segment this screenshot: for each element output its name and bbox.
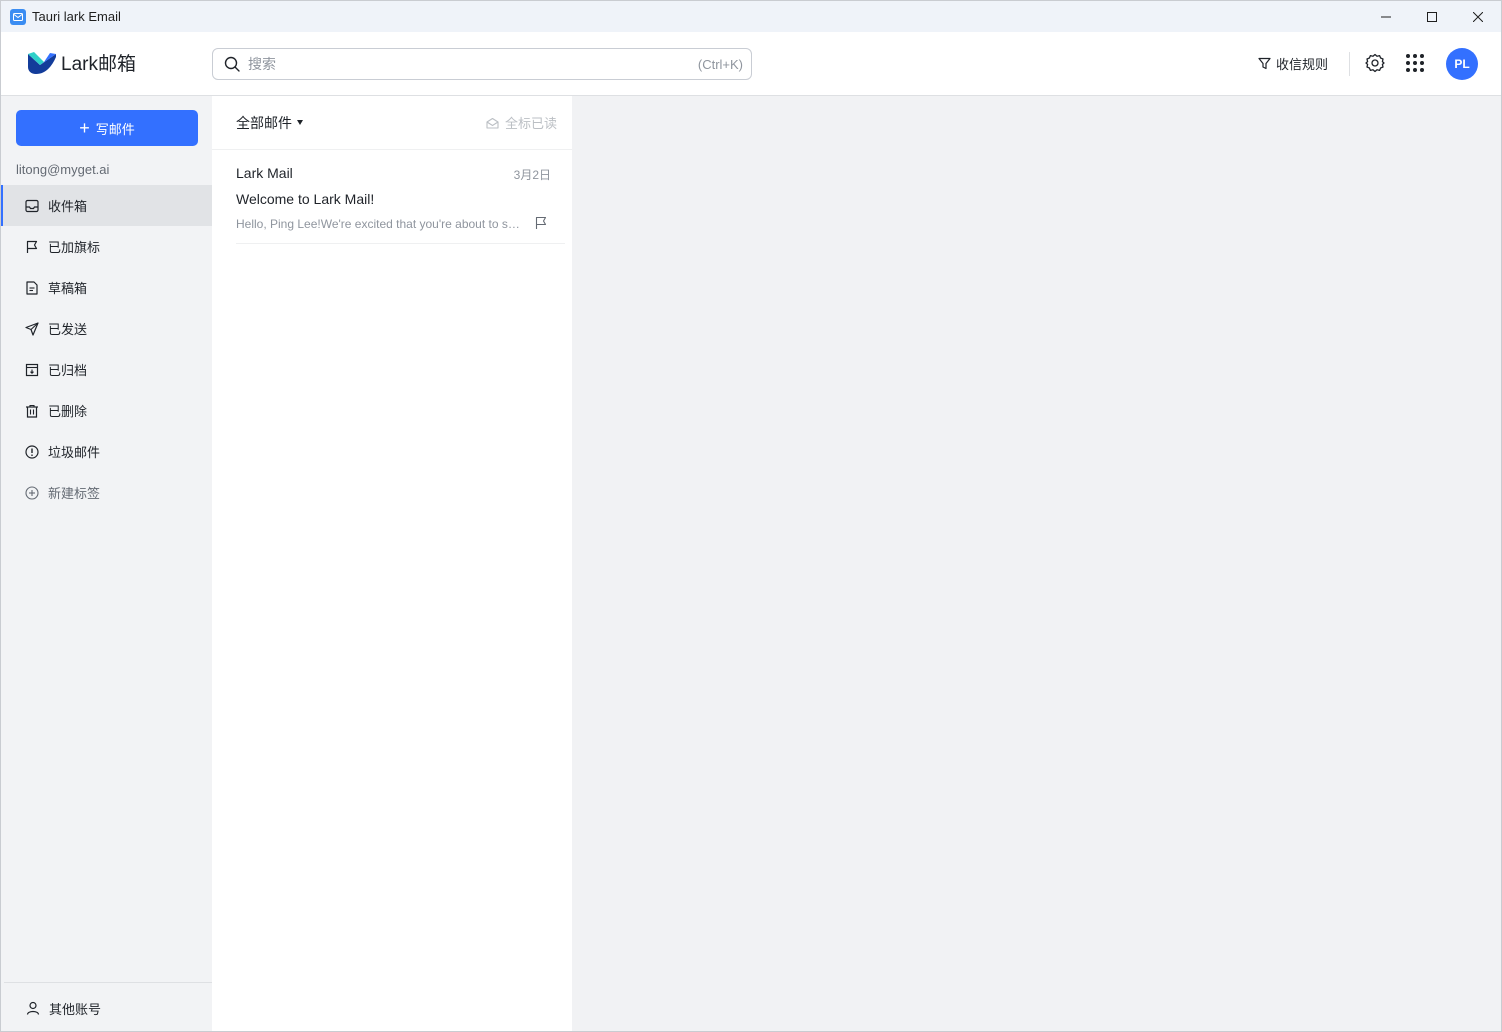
sidebar-item-label: 已发送 — [48, 322, 88, 337]
mail-filter-label: 全部邮件 — [236, 114, 292, 131]
sidebar-item-new-label[interactable]: 新建标签 — [1, 472, 212, 513]
mail-subject: Welcome to Lark Mail! — [236, 191, 375, 207]
mail-sender: Lark Mail — [236, 165, 293, 181]
archive-icon — [25, 363, 39, 377]
close-button[interactable] — [1455, 1, 1501, 32]
flag-icon[interactable] — [534, 216, 548, 230]
logo[interactable]: Lark邮箱 — [26, 49, 136, 76]
sidebar-item-flagged[interactable]: 已加旗标 — [1, 226, 212, 267]
maximize-button[interactable] — [1409, 1, 1455, 32]
filter-icon — [1258, 57, 1271, 70]
mail-rules-label: 收信规则 — [1276, 57, 1329, 72]
mark-all-read-label: 全标已读 — [504, 116, 557, 131]
user-icon — [26, 1001, 40, 1015]
window-title: Tauri lark Email — [32, 9, 121, 24]
sidebar-item-label: 已加旗标 — [48, 240, 101, 255]
sidebar-item-sent[interactable]: 已发送 — [1, 308, 212, 349]
folder-nav: 收件箱 已加旗标 草稿箱 已发送 已归档 已删除 垃圾邮件 新建标签 — [1, 185, 212, 513]
compose-button[interactable]: + 写邮件 — [16, 110, 198, 146]
spam-icon — [25, 444, 39, 459]
sidebar-item-label: 已删除 — [48, 404, 88, 419]
other-accounts-button[interactable]: 其他账号 — [4, 982, 212, 1031]
title-bar: Tauri lark Email — [1, 1, 1501, 32]
draft-icon — [25, 280, 39, 295]
compose-label: 写邮件 — [95, 121, 135, 137]
sidebar-item-archive[interactable]: 已归档 — [1, 349, 212, 390]
mail-list-header: 全部邮件 全标已读 — [212, 96, 572, 150]
mail-rules-button[interactable]: 收信规则 — [1258, 54, 1328, 73]
inbox-icon — [25, 199, 39, 213]
other-accounts-label: 其他账号 — [49, 1001, 102, 1017]
sidebar-item-label: 已归档 — [48, 363, 88, 378]
settings-button[interactable] — [1365, 53, 1385, 73]
sidebar: + 写邮件 litong@myget.ai 收件箱 已加旗标 草稿箱 已发送 已… — [1, 96, 212, 1031]
sidebar-item-spam[interactable]: 垃圾邮件 — [1, 431, 212, 472]
window-controls — [1363, 1, 1501, 32]
close-icon — [1473, 11, 1483, 22]
trash-icon — [25, 404, 39, 418]
mail-list: 全部邮件 全标已读 Lark Mail 3月2日 Welcome to Lark… — [212, 96, 572, 1031]
sidebar-item-label: 新建标签 — [48, 486, 101, 501]
sidebar-item-label: 草稿箱 — [48, 281, 88, 296]
open-envelope-icon — [486, 117, 499, 129]
search-box[interactable]: (Ctrl+K) — [212, 48, 752, 80]
list-item[interactable]: Lark Mail 3月2日 Welcome to Lark Mail! Hel… — [236, 150, 565, 244]
sidebar-item-label: 收件箱 — [48, 199, 88, 214]
sidebar-item-label: 垃圾邮件 — [48, 445, 101, 460]
mark-all-read-button[interactable]: 全标已读 — [486, 113, 557, 132]
account-email: litong@myget.ai — [16, 162, 110, 177]
app-window: Tauri lark Email Lark邮箱 搜索 (Ctrl+K) 收信规则… — [0, 0, 1502, 1032]
gear-icon — [1365, 53, 1385, 73]
send-icon — [25, 321, 39, 336]
flag-icon — [25, 240, 39, 254]
maximize-icon — [1427, 11, 1437, 22]
app-grid-icon[interactable] — [1406, 54, 1424, 72]
app-header: Lark邮箱 (Ctrl+K) 收信规则 PL — [1, 32, 1501, 96]
user-avatar[interactable]: PL — [1446, 48, 1478, 80]
minimize-button[interactable] — [1363, 1, 1409, 32]
mail-date: 3月2日 — [513, 168, 551, 182]
search-shortcut-hint: (Ctrl+K) — [697, 56, 743, 72]
mail-filter-dropdown[interactable]: 全部邮件 — [236, 113, 303, 133]
caret-down-icon — [297, 120, 303, 125]
lark-logo-icon — [28, 51, 56, 74]
sidebar-item-trash[interactable]: 已删除 — [1, 390, 212, 431]
reading-pane — [572, 96, 1501, 1031]
app-mail-icon — [10, 8, 26, 25]
search-input[interactable] — [248, 56, 698, 72]
add-label-icon — [25, 485, 39, 500]
sidebar-item-inbox[interactable]: 收件箱 — [1, 185, 212, 226]
header-divider — [1349, 52, 1350, 76]
logo-text: Lark邮箱 — [61, 54, 136, 75]
plus-icon: + — [79, 118, 90, 138]
minimize-icon — [1381, 16, 1391, 17]
search-icon — [224, 56, 240, 72]
mail-preview: Hello, Ping Lee!We're excited that you'r… — [236, 217, 522, 231]
sidebar-item-drafts[interactable]: 草稿箱 — [1, 267, 212, 308]
